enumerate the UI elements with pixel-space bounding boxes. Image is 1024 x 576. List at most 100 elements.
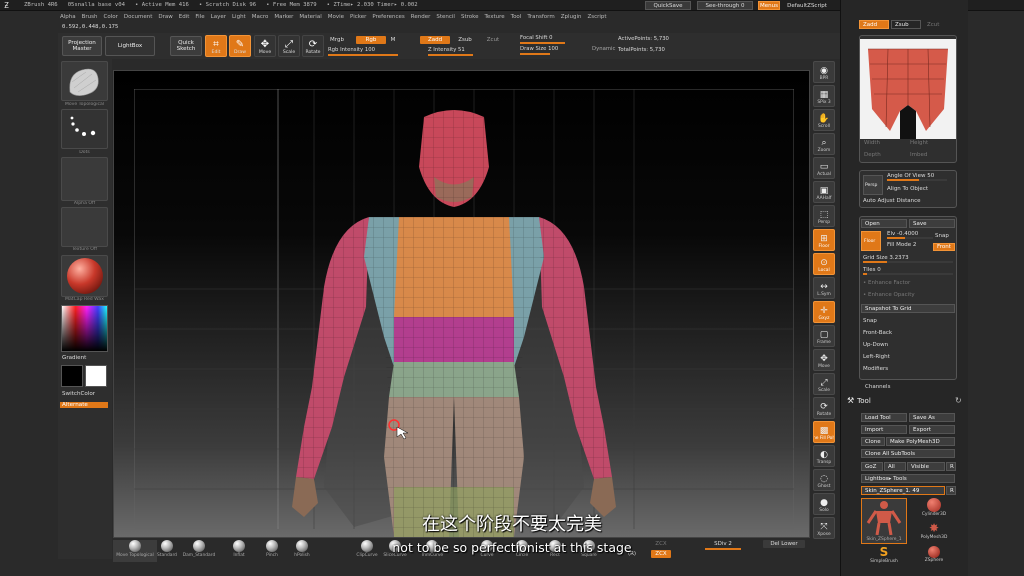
menu-tool[interactable]: Tool	[511, 14, 522, 20]
clone-button[interactable]: Clone	[861, 437, 885, 446]
right-shelf-scroll-button[interactable]: ✋ Scroll	[813, 109, 835, 131]
right-shelf-bpr-button[interactable]: ◉ BPR	[813, 61, 835, 83]
open-button[interactable]: Open	[861, 219, 907, 228]
right-shelf-scale-button[interactable]: ⤢ Scale	[813, 373, 835, 395]
character-mesh[interactable]	[274, 107, 634, 537]
import-button[interactable]: Import	[861, 425, 907, 434]
right-shelf-l-sym-button[interactable]: ↔ L.Sym	[813, 277, 835, 299]
mrgb-button[interactable]: Mrgb	[326, 36, 348, 44]
menu-edit[interactable]: Edit	[179, 14, 190, 20]
right-shelf-gxyz-button[interactable]: ✛ Gxyz	[813, 301, 835, 323]
menu-brush[interactable]: Brush	[82, 14, 98, 20]
menu-layer[interactable]: Layer	[211, 14, 226, 20]
quicksave-button[interactable]: QuickSave	[645, 1, 691, 10]
height-slider[interactable]: Height	[910, 140, 928, 146]
lightbox-button[interactable]: LightBox	[105, 36, 155, 56]
menu-movie[interactable]: Movie	[328, 14, 344, 20]
menu-draw[interactable]: Draw	[158, 14, 172, 20]
tiles-slider[interactable]: Tiles 0	[863, 267, 953, 275]
save-as-button[interactable]: Save As	[909, 413, 955, 422]
goz-r-button[interactable]: R	[946, 462, 956, 471]
right-shelf-spix-3-button[interactable]: ▦ SPix 3	[813, 85, 835, 107]
up-down-menu[interactable]: Up-Down	[863, 342, 888, 348]
all-button[interactable]: All	[884, 462, 906, 471]
snap-toggle[interactable]: Snap	[935, 233, 949, 239]
visible-button[interactable]: Visible	[907, 462, 945, 471]
menu-material[interactable]: Material	[299, 14, 321, 20]
menu-file[interactable]: File	[195, 14, 204, 20]
brush-slot[interactable]	[61, 61, 108, 101]
texture-slot[interactable]	[61, 207, 108, 247]
imbed-slider[interactable]: Imbed	[910, 152, 927, 158]
menu-document[interactable]: Document	[124, 14, 153, 20]
current-tool-r-button[interactable]: R	[946, 486, 956, 495]
front-button[interactable]: Front	[933, 243, 955, 251]
menu-alpha[interactable]: Alpha	[60, 14, 76, 20]
right-shelf-ghost-button[interactable]: ◌ Ghost	[813, 469, 835, 491]
stroke-slot[interactable]	[61, 109, 108, 149]
angle-of-view-slider[interactable]: Angle Of View 50	[887, 173, 947, 181]
projection-master-button[interactable]: Projection Master	[62, 36, 102, 56]
right-shelf-aahalf-button[interactable]: ▣ AAHalf	[813, 181, 835, 203]
floor-button[interactable]: Floor	[861, 231, 881, 251]
align-to-object-button[interactable]: Align To Object	[887, 186, 928, 192]
grid-size-slider[interactable]: Grid Size 3.2373	[863, 255, 953, 263]
default-zscript-button[interactable]: DefaultZScript	[781, 1, 833, 10]
zcut-button[interactable]: Zcut	[482, 36, 504, 44]
right-shelf-zoom-button[interactable]: ⌕ Zoom	[813, 133, 835, 155]
fill-mode-slider[interactable]: Fill Mode 2	[887, 242, 916, 248]
menu-stencil[interactable]: Stencil	[436, 14, 455, 20]
right-shelf-line-fill-polyf-button[interactable]: ▩Line Fill PolyF	[813, 421, 835, 443]
palette-zadd-button[interactable]: Zadd	[859, 20, 889, 29]
dynamic-toggle[interactable]: Dynamic	[592, 45, 616, 53]
alpha-slot[interactable]	[61, 157, 108, 201]
auto-adjust-distance-button[interactable]: Auto Adjust Distance	[863, 198, 921, 204]
zadd-button[interactable]: Zadd	[420, 36, 450, 44]
refresh-icon[interactable]: ↻	[955, 396, 962, 405]
palette-zcut-button[interactable]: Zcut	[923, 20, 953, 29]
front-back-menu[interactable]: Front-Back	[863, 330, 892, 336]
tool-palette-title[interactable]: ⚒ Tool	[847, 396, 871, 405]
right-shelf-transp-button[interactable]: ◐ Transp	[813, 445, 835, 467]
left-right-menu[interactable]: Left-Right	[863, 354, 890, 360]
load-tool-button[interactable]: Load Tool	[861, 413, 907, 422]
enhance-factor-slider[interactable]: • Enhance Factor	[863, 280, 910, 286]
move-mode-button[interactable]: ✥ Move	[254, 35, 276, 57]
enhance-opacity-slider[interactable]: • Enhance Opacity	[863, 292, 915, 298]
menus-button[interactable]: Menus	[758, 1, 780, 10]
elevation-slider[interactable]: Elv -0.4000	[887, 231, 933, 239]
quick-sketch-button[interactable]: Quick Sketch	[170, 36, 202, 56]
rgb-intensity-slider[interactable]: Rgb Intensity 100	[328, 46, 418, 56]
menu-preferences[interactable]: Preferences	[372, 14, 404, 20]
menu-macro[interactable]: Macro	[252, 14, 269, 20]
menu-zplugin[interactable]: Zplugin	[561, 14, 582, 20]
zsub-button[interactable]: Zsub	[454, 36, 476, 44]
edit-mode-button[interactable]: ⌗ Edit	[205, 35, 227, 57]
right-shelf-local-button[interactable]: ⊙ Local	[813, 253, 835, 275]
rotate-mode-button[interactable]: ⟳ Rotate	[302, 35, 324, 57]
m-button[interactable]: M	[388, 36, 398, 44]
depth-slider[interactable]: Depth	[864, 152, 881, 158]
z-intensity-slider[interactable]: Z Intensity 51	[428, 46, 518, 56]
menu-color[interactable]: Color	[104, 14, 118, 20]
material-slot[interactable]	[61, 255, 108, 297]
export-button[interactable]: Export	[909, 425, 955, 434]
modifiers-menu[interactable]: Modifiers	[863, 366, 888, 372]
scale-mode-button[interactable]: ⤢ Scale	[278, 35, 300, 57]
channels-menu[interactable]: Channels	[865, 384, 890, 390]
draw-size-slider[interactable]: Draw Size 100	[520, 45, 590, 55]
draw-mode-button[interactable]: ✎ Draw	[229, 35, 251, 57]
right-shelf-frame-button[interactable]: ▢ Frame	[813, 325, 835, 347]
make-polymesh-button[interactable]: Make PolyMesh3D	[886, 437, 955, 446]
palette-zsub-button[interactable]: Zsub	[891, 20, 921, 29]
right-shelf-floor-button[interactable]: ⊞ Floor	[813, 229, 835, 251]
persp-button[interactable]: Persp	[863, 175, 883, 195]
snapshot-to-grid-button[interactable]: Snapshot To Grid	[861, 304, 955, 313]
snap-menu[interactable]: Snap	[863, 318, 877, 324]
clone-all-subtools-button[interactable]: Clone All SubTools	[861, 449, 955, 458]
right-shelf-persp-button[interactable]: ⬚ Persp	[813, 205, 835, 227]
menu-transform[interactable]: Transform	[527, 14, 554, 20]
rgb-button[interactable]: Rgb	[356, 36, 386, 44]
document-canvas[interactable]	[113, 70, 810, 538]
right-shelf-actual-button[interactable]: ▭ Actual	[813, 157, 835, 179]
